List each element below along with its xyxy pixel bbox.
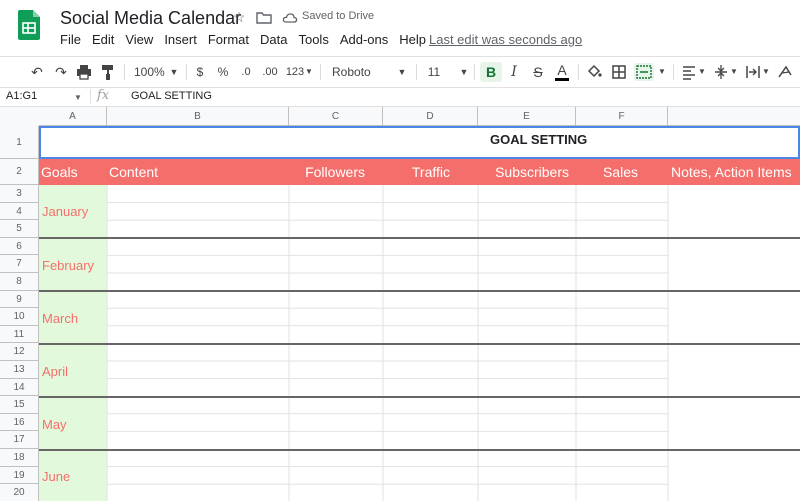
percent-format-button[interactable]: % <box>217 63 229 81</box>
currency-format-button[interactable]: $ <box>194 63 206 81</box>
menu-data[interactable]: Data <box>260 32 287 47</box>
chevron-down-icon[interactable]: ▼ <box>698 63 706 81</box>
month-label-march[interactable]: March <box>42 311 78 326</box>
formula-bar: A1:G1 ▼ fx GOAL SETTING <box>0 87 800 107</box>
month-label-january[interactable]: January <box>42 204 88 219</box>
chevron-down-icon[interactable]: ▼ <box>74 89 82 107</box>
toolbar-divider <box>673 64 674 80</box>
month-separator <box>39 237 800 239</box>
borders-icon[interactable] <box>611 63 627 81</box>
header-content[interactable]: Content <box>109 159 289 185</box>
menu-file[interactable]: File <box>60 32 81 47</box>
text-color-button[interactable]: A <box>555 63 569 81</box>
menu-format[interactable]: Format <box>208 32 249 47</box>
menu-insert[interactable]: Insert <box>164 32 197 47</box>
menu-help[interactable]: Help <box>399 32 426 47</box>
toolbar-divider <box>320 64 321 80</box>
zoom-select[interactable]: 100% <box>134 63 165 81</box>
function-icon: fx <box>97 88 110 103</box>
toolbar-divider <box>416 64 417 80</box>
header-notes[interactable]: Notes, Action Items <box>671 159 800 185</box>
sheet-title: GOAL SETTING <box>490 132 588 147</box>
chevron-down-icon[interactable]: ▼ <box>762 63 770 81</box>
merged-title-cell[interactable] <box>39 126 800 159</box>
chevron-down-icon[interactable]: ▼ <box>730 63 738 81</box>
month-separator <box>39 290 800 292</box>
formula-divider <box>90 89 91 104</box>
menu-tools[interactable]: Tools <box>298 32 328 47</box>
decrease-decimal-button[interactable]: .0 <box>238 63 254 81</box>
menu-edit[interactable]: Edit <box>92 32 114 47</box>
saved-status: Saved to Drive <box>302 10 375 22</box>
font-size-select[interactable]: 11 <box>426 63 442 81</box>
text-wrapping-icon[interactable] <box>745 63 761 81</box>
italic-button[interactable]: I <box>507 63 521 81</box>
fill-color-icon[interactable] <box>586 63 602 81</box>
undo-icon[interactable]: ↶ <box>29 63 45 81</box>
merge-cells-icon[interactable] <box>634 63 654 81</box>
chevron-down-icon[interactable]: ▼ <box>657 63 667 81</box>
month-label-may[interactable]: May <box>42 417 67 432</box>
strikethrough-button[interactable]: S <box>531 63 545 81</box>
document-title[interactable]: Social Media Calendar <box>60 8 241 29</box>
sheets-logo-icon[interactable] <box>18 10 40 40</box>
text-rotation-icon[interactable] <box>777 63 795 81</box>
toolbar-divider <box>578 64 579 80</box>
title-bar: Social Media Calendar ☆ Saved to Drive F… <box>0 0 800 56</box>
print-icon[interactable] <box>76 63 92 81</box>
toolbar-divider <box>474 64 475 80</box>
toolbar-divider <box>186 64 187 80</box>
month-label-april[interactable]: April <box>42 364 68 379</box>
month-separator <box>39 343 800 345</box>
redo-icon[interactable]: ↷ <box>53 63 69 81</box>
star-icon[interactable]: ☆ <box>231 9 247 25</box>
cloud-icon <box>282 13 298 23</box>
header-sales[interactable]: Sales <box>576 159 668 185</box>
chevron-down-icon[interactable]: ▼ <box>396 63 408 81</box>
month-label-february[interactable]: February <box>42 258 94 273</box>
toolbar-divider <box>124 64 125 80</box>
month-label-june[interactable]: June <box>42 469 70 484</box>
chevron-down-icon[interactable]: ▼ <box>458 63 470 81</box>
menu-bar: File Edit View Insert Format Data Tools … <box>60 32 437 47</box>
menu-addons[interactable]: Add-ons <box>340 32 388 47</box>
move-folder-icon[interactable] <box>256 10 272 26</box>
horizontal-align-icon[interactable] <box>681 63 697 81</box>
font-select[interactable]: Roboto <box>332 63 372 81</box>
chevron-down-icon[interactable]: ▼ <box>168 63 180 81</box>
increase-decimal-button[interactable]: .00 <box>260 63 280 81</box>
toolbar: ↶ ↷ 100% ▼ $ % .0 .00 123 ▼ Roboto ▼ 11 … <box>0 56 800 88</box>
header-traffic[interactable]: Traffic <box>383 159 478 185</box>
more-formats-button[interactable]: 123 <box>285 63 305 81</box>
bold-button[interactable]: B <box>480 62 502 82</box>
header-followers[interactable]: Followers <box>289 159 383 185</box>
name-box[interactable]: A1:G1 <box>6 90 37 102</box>
month-separator <box>39 396 800 398</box>
month-separator <box>39 449 800 451</box>
chevron-down-icon[interactable]: ▼ <box>304 63 314 81</box>
paint-format-icon[interactable] <box>100 63 116 81</box>
vertical-align-icon[interactable] <box>713 63 729 81</box>
spreadsheet-grid[interactable]: A B C D E F 1 2 3 4 5 6 7 8 9 10 11 12 1… <box>0 107 800 501</box>
header-goals[interactable]: Goals <box>41 159 107 185</box>
header-subscribers[interactable]: Subscribers <box>478 159 576 185</box>
menu-view[interactable]: View <box>125 32 153 47</box>
last-edit-link[interactable]: Last edit was seconds ago <box>429 32 582 47</box>
formula-input[interactable]: GOAL SETTING <box>131 90 212 102</box>
